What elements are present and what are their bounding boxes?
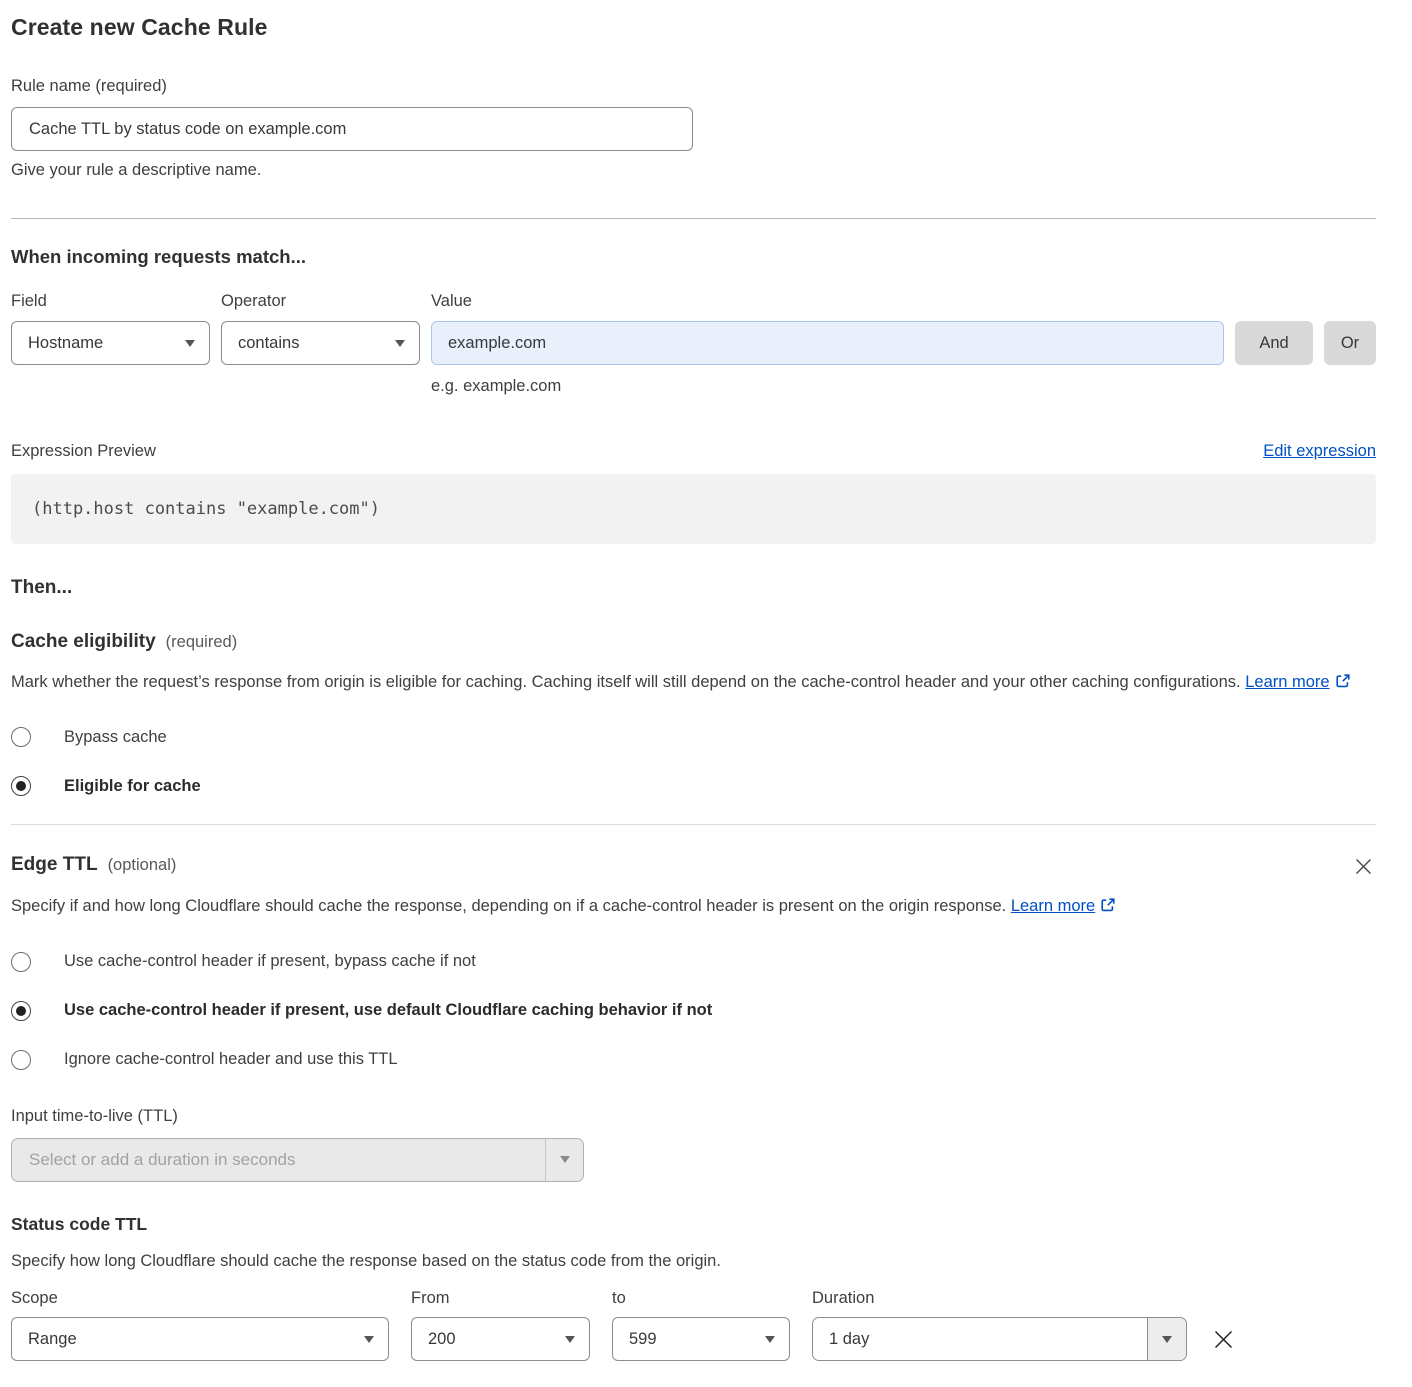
chevron-down-icon — [185, 340, 195, 347]
radio-ignore-header[interactable]: Ignore cache-control header and use this… — [11, 1050, 1376, 1070]
value-helper: e.g. example.com — [431, 377, 1224, 396]
radio-icon — [11, 1050, 31, 1070]
page-title: Create new Cache Rule — [11, 14, 1376, 41]
edge-ttl-learn-more-link[interactable]: Learn more — [1011, 897, 1095, 915]
duration-select-value: 1 day — [813, 1318, 1147, 1360]
chevron-down-icon — [565, 1336, 575, 1343]
external-link-icon — [1335, 670, 1351, 698]
chevron-down-icon — [395, 340, 405, 347]
match-heading: When incoming requests match... — [11, 246, 1376, 268]
then-heading: Then... — [11, 577, 1376, 599]
ttl-duration-placeholder: Select or add a duration in seconds — [12, 1139, 545, 1181]
rule-name-helper: Give your rule a descriptive name. — [11, 161, 1376, 180]
match-labels-row: Field Operator Value — [11, 292, 1376, 311]
cache-eligibility-description: Mark whether the request’s response from… — [11, 668, 1361, 698]
value-input-text: example.com — [448, 334, 546, 353]
field-label: Field — [11, 292, 210, 311]
chevron-down-icon — [765, 1336, 775, 1343]
external-link-icon — [1100, 894, 1116, 922]
expression-code: (http.host contains "example.com") — [32, 499, 380, 519]
section-divider — [11, 824, 1376, 825]
value-label: Value — [431, 292, 1224, 311]
chevron-down-icon — [1147, 1318, 1186, 1360]
ttl-input-label: Input time-to-live (TTL) — [11, 1107, 1376, 1126]
cache-eligibility-heading: Cache eligibility — [11, 631, 156, 653]
operator-select[interactable]: contains — [221, 321, 420, 365]
expression-preview-label: Expression Preview — [11, 442, 156, 461]
ttl-duration-select[interactable]: Select or add a duration in seconds — [11, 1138, 584, 1182]
status-controls-row: Range 200 599 1 day — [11, 1317, 1376, 1361]
value-input[interactable]: example.com — [431, 321, 1224, 365]
close-icon — [1353, 856, 1374, 877]
section-divider — [11, 218, 1376, 219]
edge-ttl-qualifier: (optional) — [108, 856, 177, 875]
match-controls-row: Hostname contains example.com And Or — [11, 321, 1376, 365]
radio-icon — [11, 727, 31, 747]
chevron-down-icon — [364, 1336, 374, 1343]
radio-label: Ignore cache-control header and use this… — [64, 1050, 398, 1069]
radio-label: Use cache-control header if present, byp… — [64, 952, 476, 971]
radio-checked-icon — [11, 1001, 31, 1021]
edit-expression-link[interactable]: Edit expression — [1263, 442, 1376, 461]
duration-select[interactable]: 1 day — [812, 1317, 1187, 1361]
status-code-ttl-description: Specify how long Cloudflare should cache… — [11, 1247, 1361, 1275]
cache-eligibility-qualifier: (required) — [166, 633, 238, 652]
edge-ttl-heading: Edge TTL — [11, 854, 98, 876]
radio-use-header-default[interactable]: Use cache-control header if present, use… — [11, 1001, 1376, 1021]
radio-icon — [11, 952, 31, 972]
create-cache-rule-form: Create new Cache Rule Rule name (require… — [0, 0, 1412, 1387]
delete-status-row-button[interactable] — [1209, 1325, 1238, 1354]
rule-name-label: Rule name (required) — [11, 77, 1376, 96]
edge-ttl-description: Specify if and how long Cloudflare shoul… — [11, 892, 1361, 922]
chevron-down-icon — [545, 1139, 583, 1181]
radio-label: Use cache-control header if present, use… — [64, 1001, 712, 1020]
to-select[interactable]: 599 — [612, 1317, 790, 1361]
operator-select-value: contains — [238, 334, 299, 353]
from-select-value: 200 — [428, 1330, 456, 1349]
to-select-value: 599 — [629, 1330, 657, 1349]
radio-label: Eligible for cache — [64, 777, 201, 796]
from-label: From — [411, 1289, 590, 1308]
radio-label: Bypass cache — [64, 728, 167, 747]
duration-label: Duration — [812, 1289, 1187, 1308]
operator-label: Operator — [221, 292, 420, 311]
or-button[interactable]: Or — [1324, 321, 1376, 365]
field-select-value: Hostname — [28, 334, 103, 353]
scope-label: Scope — [11, 1289, 389, 1308]
scope-select[interactable]: Range — [11, 1317, 389, 1361]
radio-checked-icon — [11, 776, 31, 796]
from-select[interactable]: 200 — [411, 1317, 590, 1361]
to-label: to — [612, 1289, 790, 1308]
edge-ttl-close-button[interactable] — [1351, 854, 1376, 879]
and-button[interactable]: And — [1235, 321, 1313, 365]
radio-use-header-bypass[interactable]: Use cache-control header if present, byp… — [11, 952, 1376, 972]
cache-eligibility-learn-more-link[interactable]: Learn more — [1245, 673, 1329, 691]
expression-code-block: (http.host contains "example.com") — [11, 474, 1376, 544]
delete-x-icon — [1211, 1327, 1236, 1352]
radio-bypass-cache[interactable]: Bypass cache — [11, 727, 1376, 747]
status-code-ttl-heading: Status code TTL — [11, 1214, 1376, 1235]
status-labels-row: Scope From to Duration — [11, 1289, 1376, 1308]
rule-name-input[interactable]: Cache TTL by status code on example.com — [11, 107, 693, 151]
field-select[interactable]: Hostname — [11, 321, 210, 365]
scope-select-value: Range — [28, 1330, 77, 1349]
radio-eligible-for-cache[interactable]: Eligible for cache — [11, 776, 1376, 796]
rule-name-value: Cache TTL by status code on example.com — [29, 120, 346, 139]
